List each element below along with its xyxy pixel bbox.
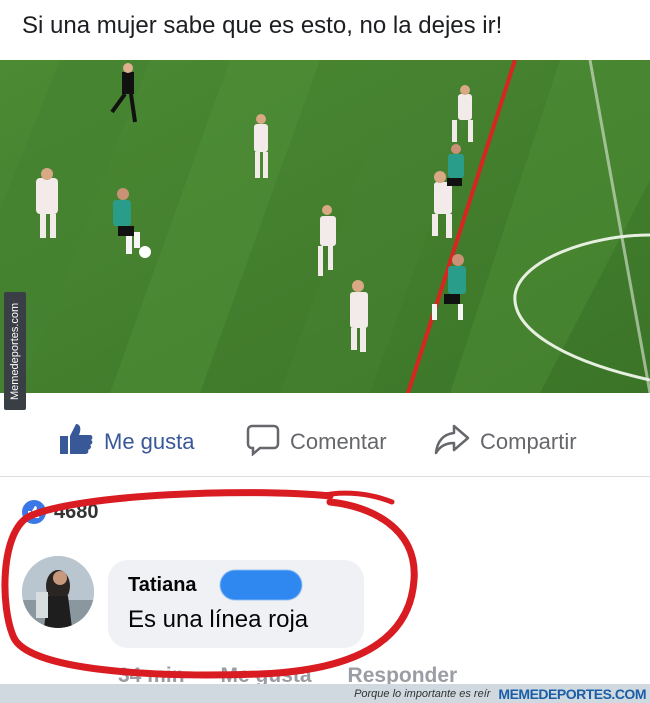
profile-photo-icon <box>22 556 94 628</box>
reaction-count: 4680 <box>54 500 99 523</box>
like-button[interactable]: Me gusta <box>58 422 195 462</box>
post-photo[interactable] <box>0 60 650 393</box>
post-actions-bar: Me gusta Comentar Compartir <box>0 408 650 477</box>
like-label: Me gusta <box>104 429 195 454</box>
ball <box>139 246 151 258</box>
like-badge-icon <box>22 500 46 524</box>
share-icon <box>434 422 470 462</box>
comment-label: Comentar <box>290 429 387 454</box>
reactions-summary[interactable]: 4680 <box>22 500 99 524</box>
share-button[interactable]: Compartir <box>434 422 577 462</box>
redacted-surname <box>220 570 302 600</box>
footer-brand[interactable]: MEMEDEPORTES.COM <box>498 686 646 702</box>
comment-text: Es una línea roja <box>128 606 309 633</box>
post-text: Si una mujer sabe que es esto, no la dej… <box>22 12 503 39</box>
share-label: Compartir <box>480 429 577 454</box>
football-pitch-image <box>0 60 650 393</box>
footer-slogan: Porque lo importante es reír <box>354 687 491 700</box>
side-watermark: Memedeportes.com <box>4 292 26 410</box>
comment-author[interactable]: Tatiana <box>128 574 197 597</box>
comment-bubble: Tatiana Es una línea roja <box>108 560 364 648</box>
comment-icon <box>246 422 280 462</box>
avatar[interactable] <box>22 556 94 628</box>
comment-button[interactable]: Comentar <box>246 422 387 462</box>
thumbs-up-icon <box>58 422 94 462</box>
footer-watermark: Porque lo importante es reír MEMEDEPORTE… <box>0 684 650 703</box>
